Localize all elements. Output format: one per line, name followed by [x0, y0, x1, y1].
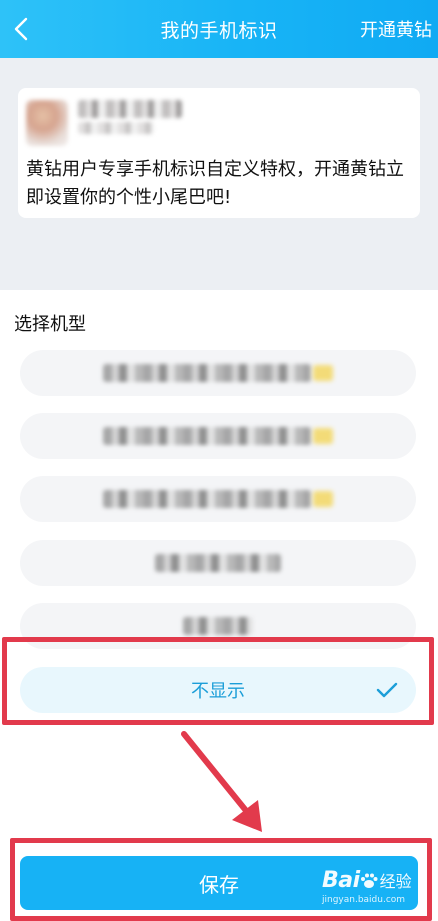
watermark-url: jingyan.baidu.com [322, 895, 406, 905]
save-button-label: 保存 [199, 872, 239, 897]
blurred-model-name [103, 490, 311, 508]
model-option[interactable] [20, 413, 416, 459]
open-yellow-diamond-button[interactable]: 开通黄钻 [360, 16, 432, 42]
model-option[interactable] [20, 476, 416, 522]
blurred-diamond-icon [313, 428, 333, 444]
blurred-model-name [183, 617, 253, 635]
section-title: 选择机型 [14, 314, 86, 335]
blurred-model-name [103, 427, 311, 445]
blurred-username [78, 100, 182, 118]
highlight-box [2, 637, 434, 725]
paw-icon [360, 873, 378, 889]
blurred-subtitle [78, 122, 154, 134]
page-title: 我的手机标识 [160, 19, 278, 42]
blurred-diamond-icon [313, 491, 333, 507]
chevron-left-icon [14, 17, 28, 41]
model-option[interactable] [20, 350, 416, 396]
arrow-annotation-icon [181, 731, 262, 832]
privilege-message: 黄钻用户专享手机标识自定义特权，开通黄钻立即设置你的个性小尾巴吧! [26, 159, 404, 208]
nav-bar: 我的手机标识 开通黄钻 [0, 0, 438, 58]
blurred-model-name [155, 554, 281, 572]
watermark-suffix: 经验 [379, 872, 412, 891]
baidu-jingyan-watermark: Bai 经验 jingyan.baidu.com [322, 868, 434, 916]
back-button[interactable] [6, 12, 36, 46]
model-option[interactable] [20, 540, 416, 586]
preview-card: 黄钻用户专享手机标识自定义特权，开通黄钻立即设置你的个性小尾巴吧! [18, 88, 420, 218]
blurred-diamond-icon [313, 365, 333, 381]
avatar [26, 100, 68, 146]
watermark-logo: Bai [322, 868, 360, 893]
blurred-model-name [103, 364, 311, 382]
